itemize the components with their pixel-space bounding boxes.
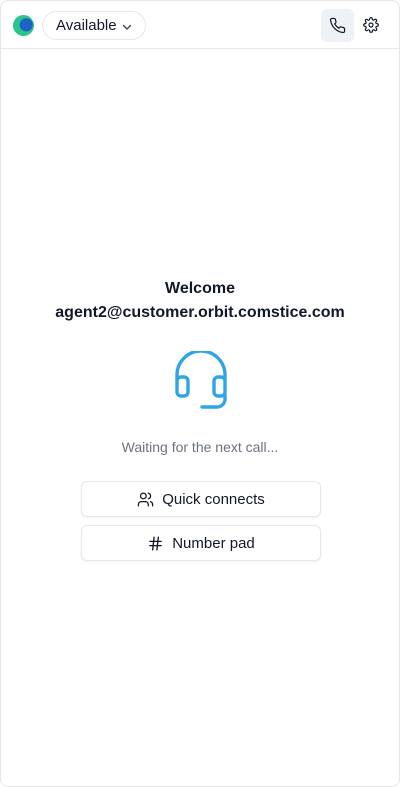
softphone-panel: Available Welcome agent2@customer.orbit.…: [0, 0, 400, 787]
phone-button[interactable]: [321, 9, 354, 42]
users-icon: [137, 491, 154, 508]
settings-button[interactable]: [360, 14, 382, 36]
brand-logo-icon: [13, 15, 34, 36]
availability-status-dropdown[interactable]: Available: [42, 11, 146, 40]
waiting-status-text: Waiting for the next call...: [121, 439, 279, 455]
quick-connects-label: Quick connects: [162, 490, 265, 508]
welcome-heading: Welcome: [165, 280, 235, 297]
quick-connects-button[interactable]: Quick connects: [81, 481, 321, 517]
headset-icon: [175, 351, 227, 409]
top-bar: Available: [1, 1, 399, 49]
gear-icon: [363, 17, 379, 33]
phone-icon: [329, 17, 346, 34]
chevron-down-icon: [122, 24, 132, 30]
availability-status-label: Available: [56, 17, 117, 34]
number-pad-button[interactable]: Number pad: [81, 525, 321, 561]
hash-icon: [147, 535, 164, 552]
agent-email: agent2@customer.orbit.comstice.com: [55, 304, 345, 321]
number-pad-label: Number pad: [172, 534, 255, 552]
